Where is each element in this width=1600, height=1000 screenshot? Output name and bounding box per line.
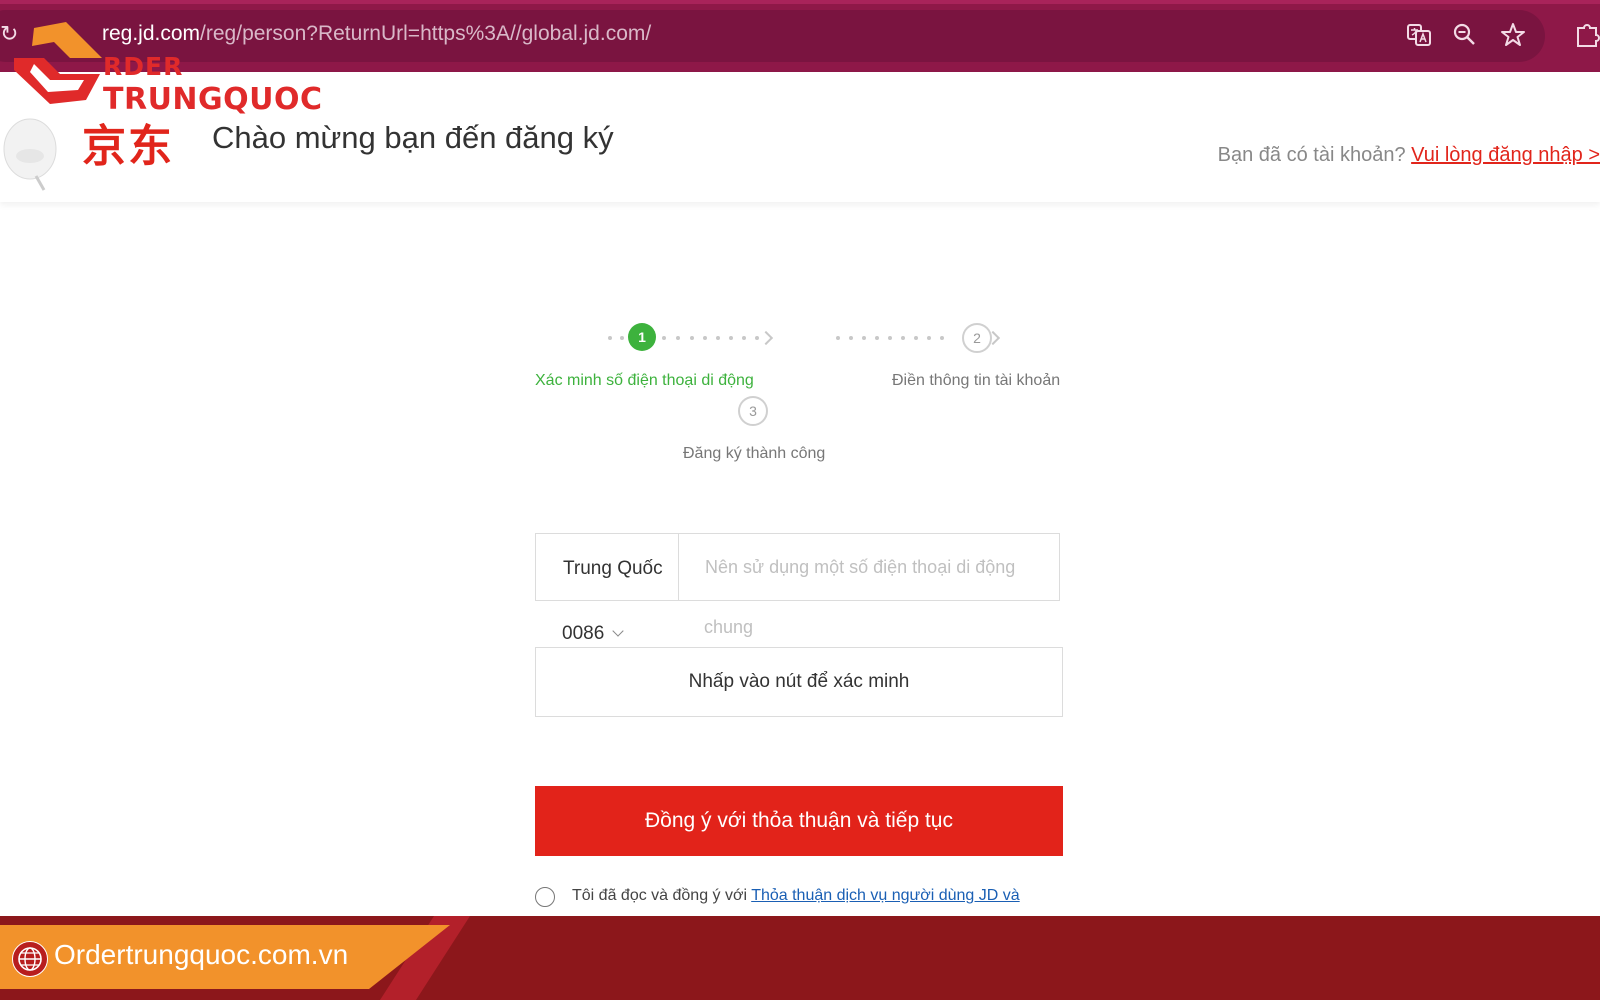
login-prompt-text: Bạn đã có tài khoản?: [1217, 144, 1406, 166]
agree-text: Tôi đã đọc và đồng ý với: [572, 887, 748, 904]
step-dot: [716, 336, 720, 340]
agree-checkbox[interactable]: [535, 887, 555, 907]
step-dot: [849, 336, 853, 340]
step-1-circle: 1: [628, 323, 656, 351]
tab-strip-edge: [0, 0, 1600, 4]
agree-statement: Tôi đã đọc và đồng ý với Thỏa thuận dịch…: [572, 887, 1020, 905]
step-dot: [862, 336, 866, 340]
step-1-label: Xác minh số điện thoại di động: [535, 372, 754, 389]
step-dot: [836, 336, 840, 340]
step-dot: [690, 336, 694, 340]
url-host: reg.jd.com: [102, 22, 201, 45]
jd-logo[interactable]: 京东: [82, 110, 174, 174]
url-text[interactable]: reg.jd.com/reg/person?ReturnUrl=https%3A…: [102, 22, 651, 46]
ordertrungquoc-logo-icon: [14, 22, 102, 104]
jd-mascot-icon: [3, 118, 57, 191]
step-3-circle: 3: [738, 396, 768, 426]
zoom-icon[interactable]: [1452, 22, 1478, 48]
user-agreement-link[interactable]: Thỏa thuận dịch vụ người dùng JD và: [751, 887, 1019, 904]
extensions-icon[interactable]: [1574, 22, 1600, 48]
url-path: /reg/person?ReturnUrl=https%3A//global.j…: [200, 22, 652, 45]
step-dot: [620, 336, 624, 340]
translate-icon[interactable]: [1406, 22, 1432, 48]
step-dot: [608, 336, 612, 340]
step-dot: [940, 336, 944, 340]
footer-site-name: Ordertrungquoc.com.vn: [54, 939, 349, 970]
globe-icon: [12, 941, 48, 977]
step-dot: [875, 336, 879, 340]
step-dot: [729, 336, 733, 340]
agree-continue-button[interactable]: Đồng ý với thỏa thuận và tiếp tục: [535, 786, 1063, 856]
step-chevron-icon: [758, 330, 774, 346]
step-3-label: Đăng ký thành công: [683, 445, 826, 462]
phone-placeholder-continued: chung: [704, 617, 754, 637]
phone-input[interactable]: [679, 534, 1075, 600]
step-dot: [703, 336, 707, 340]
step-dot: [927, 336, 931, 340]
step-2-label: Điền thông tin tài khoản: [892, 372, 1061, 389]
bookmark-star-icon[interactable]: [1500, 22, 1526, 48]
step-dot: [888, 336, 892, 340]
country-selector[interactable]: Trung Quốc: [536, 534, 679, 600]
login-prompt: Bạn đã có tài khoản? Vui lòng đăng nhập …: [1218, 144, 1600, 167]
country-name: Trung Quốc: [563, 558, 663, 579]
watermark-text-2: TRUNGQUOC: [103, 82, 323, 117]
login-link[interactable]: Vui lòng đăng nhập >: [1411, 144, 1600, 166]
step-dot: [662, 336, 666, 340]
step-dot: [901, 336, 905, 340]
phone-field-group: Trung Quốc: [535, 533, 1075, 601]
page-title: Chào mừng bạn đến đăng ký: [212, 120, 614, 155]
step-dot: [742, 336, 746, 340]
chevron-down-icon[interactable]: [612, 625, 624, 637]
step-dot: [676, 336, 680, 340]
country-code[interactable]: 0086: [562, 623, 604, 645]
browser-toolbar: ↻ reg.jd.com/reg/person?ReturnUrl=https%…: [0, 0, 1600, 72]
watermark-text-1: RDER: [103, 52, 184, 81]
verify-button[interactable]: Nhấp vào nút để xác minh: [535, 647, 1063, 717]
step-dot: [914, 336, 918, 340]
